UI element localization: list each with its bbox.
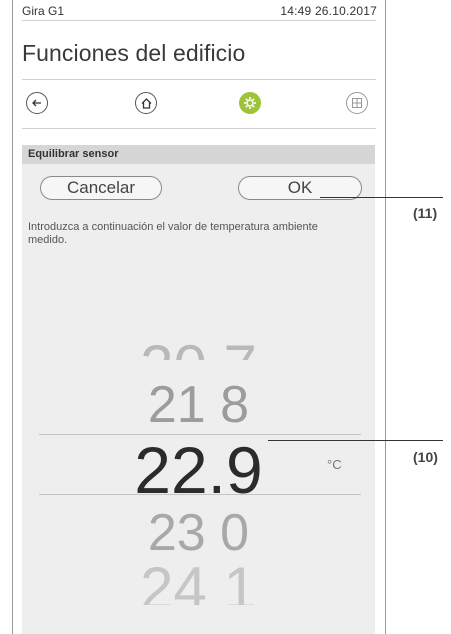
callout-line-picker [268, 440, 443, 441]
back-arrow-icon [32, 99, 41, 107]
gear-icon [244, 97, 256, 109]
grid-icon [352, 98, 362, 108]
status-divider [22, 20, 376, 21]
picker-bottom-line [39, 494, 361, 495]
device-screen: Gira G1 14:49 26.10.2017 Funciones del e… [12, 0, 386, 634]
grid-button[interactable] [346, 92, 368, 114]
device-brand: Gira G1 [22, 4, 65, 18]
callout-line-ok [320, 197, 443, 198]
time-text: 14:49 [280, 4, 312, 18]
callout-ok: (11) [413, 205, 438, 221]
nav-divider [22, 128, 376, 129]
instruction-text: Introduzca a continuación el valor de te… [28, 221, 318, 246]
status-bar: Gira G1 14:49 26.10.2017 [13, 0, 385, 30]
clock: 14:49 26.10.2017 [280, 4, 377, 18]
dialog-title: Equilibrar sensor [22, 145, 375, 164]
home-button[interactable] [135, 92, 157, 114]
date-text: 26.10.2017 [314, 4, 377, 18]
home-icon [141, 97, 151, 109]
title-divider [22, 79, 376, 80]
unit-label: °C [327, 457, 342, 472]
settings-button[interactable] [239, 92, 261, 114]
picker-value-prev1[interactable]: 21 8 [22, 377, 375, 433]
sensor-dialog: Equilibrar sensor Cancelar OK Introduzca… [22, 145, 375, 634]
picker-value-next2[interactable]: 24 1 [22, 565, 375, 605]
picker-value-prev2[interactable]: 20 7 [22, 326, 375, 360]
cancel-button[interactable]: Cancelar [40, 176, 162, 200]
callout-picker: (10) [413, 449, 438, 465]
picker-value-next1[interactable]: 23 0 [22, 505, 375, 561]
page-title: Funciones del edificio [22, 40, 246, 66]
back-button[interactable] [26, 92, 48, 114]
